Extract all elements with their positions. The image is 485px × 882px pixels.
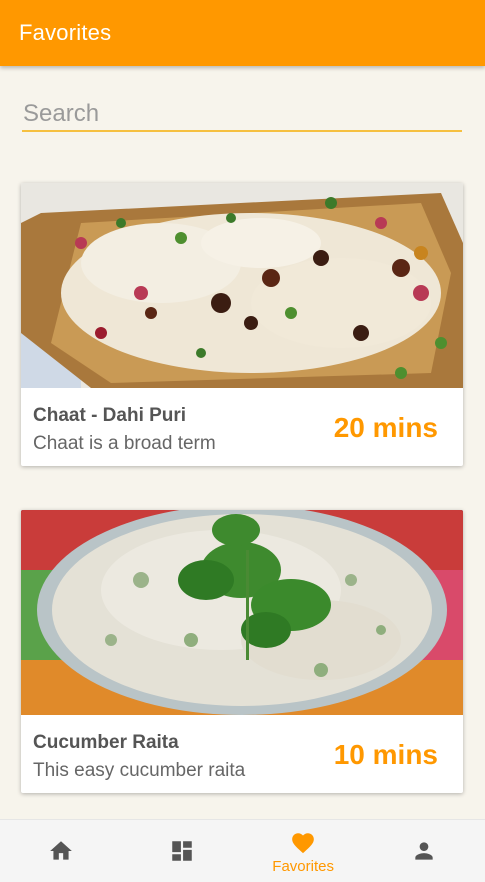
recipe-card-body: Chaat - Dahi Puri Chaat is a broad term … [21, 388, 463, 466]
app-bar: Favorites [0, 0, 485, 66]
recipe-time: 20 mins [333, 412, 438, 443]
page-title: Favorites [19, 20, 112, 45]
bottom-navigation: Favorites [0, 819, 485, 882]
home-icon [49, 841, 72, 860]
search-input[interactable] [22, 98, 462, 132]
nav-label-favorites: Favorites [272, 857, 334, 875]
recipe-title: Cucumber Raita [33, 732, 179, 753]
nav-item-favorites[interactable]: Favorites [243, 820, 364, 882]
person-icon [415, 842, 434, 860]
nav-item-profile[interactable] [364, 820, 485, 882]
recipe-image-dahi-puri [21, 183, 463, 388]
recipe-card[interactable]: Cucumber Raita This easy cucumber raita … [21, 510, 463, 793]
recipe-card[interactable]: Chaat - Dahi Puri Chaat is a broad term … [21, 183, 463, 466]
recipe-image-cucumber-raita [21, 510, 463, 715]
nav-item-dashboard[interactable] [121, 820, 242, 882]
recipe-time: 10 mins [333, 739, 438, 770]
recipe-description: This easy cucumber raita [33, 760, 246, 781]
recipe-description: Chaat is a broad term [33, 433, 216, 454]
dashboard-icon [172, 841, 192, 861]
recipe-card-body: Cucumber Raita This easy cucumber raita … [21, 715, 463, 793]
search-container [22, 98, 462, 134]
heart-icon [292, 832, 314, 853]
nav-item-home[interactable] [0, 820, 121, 882]
recipe-title: Chaat - Dahi Puri [33, 405, 187, 426]
